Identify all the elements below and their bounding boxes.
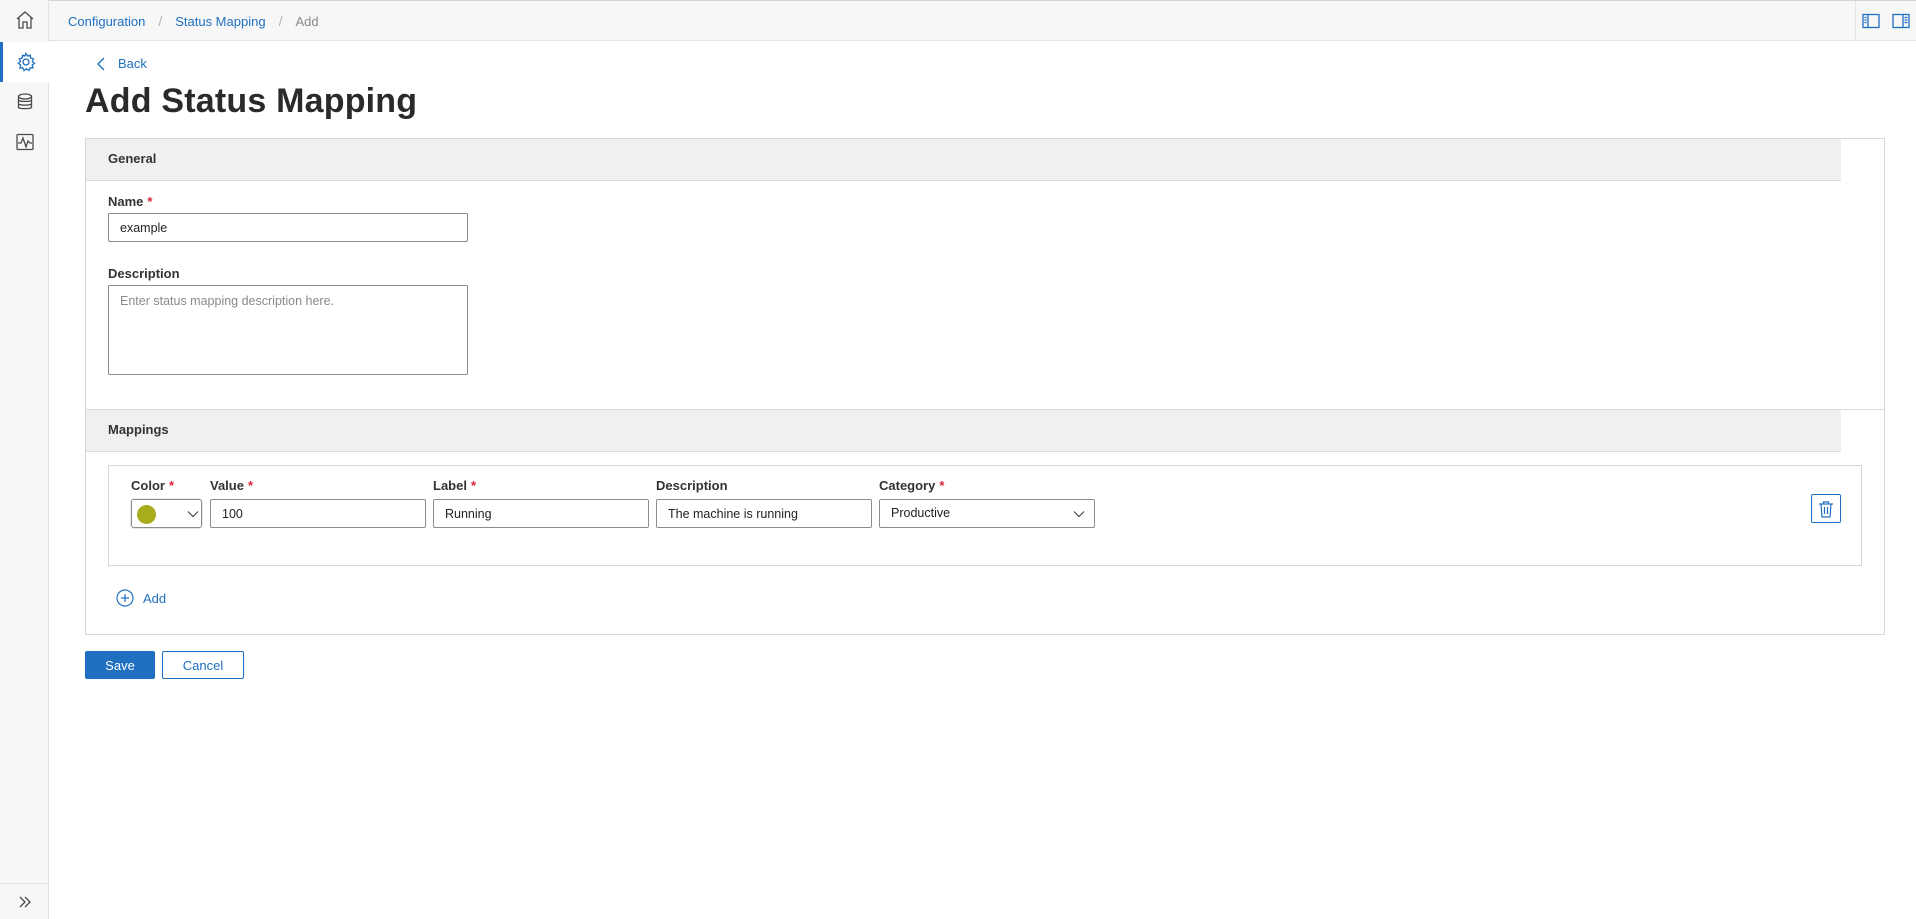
required-marker: * xyxy=(147,194,153,209)
breadcrumb-separator: / xyxy=(278,13,283,29)
description-label: Description xyxy=(108,266,180,281)
cancel-button[interactable]: Cancel xyxy=(162,651,244,679)
rail-item-data[interactable] xyxy=(0,82,49,122)
color-label: Color * xyxy=(131,478,174,493)
rail-expand-button[interactable] xyxy=(0,883,49,919)
mapping-description-label: Description xyxy=(656,478,728,493)
mappings-section-header: Mappings xyxy=(86,410,1841,452)
breadcrumb-current: Add xyxy=(295,13,319,29)
breadcrumb: Configuration / Status Mapping / Add xyxy=(68,13,319,29)
rail-item-configuration[interactable] xyxy=(0,42,49,82)
breadcrumb-separator: / xyxy=(158,13,163,29)
general-section-header: General xyxy=(86,139,1841,181)
category-selected-value: Productive xyxy=(891,506,951,520)
plus-circle-icon xyxy=(116,589,134,607)
back-label: Back xyxy=(118,56,147,71)
monitoring-icon xyxy=(15,133,34,151)
rail-item-home[interactable] xyxy=(0,0,49,40)
top-bar: Configuration / Status Mapping / Add xyxy=(49,0,1916,41)
label-input[interactable] xyxy=(433,499,649,528)
category-label-text: Category xyxy=(879,478,936,493)
name-label: Name * xyxy=(108,194,152,209)
home-icon xyxy=(16,11,33,29)
required-marker: * xyxy=(939,478,945,493)
side-navigation-rail xyxy=(0,0,49,919)
right-panel-icon xyxy=(1892,13,1910,29)
description-textarea[interactable] xyxy=(108,285,468,375)
chevron-down-icon xyxy=(187,511,199,518)
chevron-left-icon xyxy=(97,57,105,70)
chevron-down-icon xyxy=(1073,511,1085,518)
label-label: Label * xyxy=(433,478,476,493)
color-picker-select[interactable] xyxy=(131,499,202,528)
double-chevron-right-icon xyxy=(19,896,31,907)
gear-icon xyxy=(17,52,36,72)
name-label-text: Name xyxy=(108,194,144,209)
panel-toggles xyxy=(1855,1,1916,41)
toggle-right-panel-button[interactable] xyxy=(1886,1,1916,41)
mapping-row: Color * Value * Label * Description Categor… xyxy=(108,465,1862,566)
back-link[interactable]: Back xyxy=(96,56,147,71)
name-input[interactable] xyxy=(108,213,468,242)
required-marker: * xyxy=(247,478,254,493)
category-select[interactable]: Productive xyxy=(879,499,1095,528)
color-swatch xyxy=(137,505,156,524)
value-label-text: Value xyxy=(210,478,244,493)
mapping-description-input[interactable] xyxy=(656,499,872,528)
save-button[interactable]: Save xyxy=(85,651,155,679)
trash-icon xyxy=(1819,500,1833,518)
label-label-text: Label xyxy=(433,478,467,493)
value-input[interactable] xyxy=(210,499,426,528)
value-label: Value * xyxy=(210,478,253,493)
page-title: Add Status Mapping xyxy=(85,82,418,120)
color-label-text: Color xyxy=(131,478,165,493)
status-mapping-form: General Name* Description Mappings Color… xyxy=(85,138,1885,635)
left-panel-icon xyxy=(1862,13,1880,29)
delete-mapping-button[interactable] xyxy=(1811,494,1841,523)
category-label: Category * xyxy=(879,478,944,493)
rail-item-monitoring[interactable] xyxy=(0,122,49,162)
database-icon xyxy=(17,93,32,110)
breadcrumb-status-mapping[interactable]: Status Mapping xyxy=(175,14,265,29)
add-mapping-button[interactable]: Add xyxy=(116,589,166,607)
required-marker: * xyxy=(168,478,175,493)
toggle-left-panel-button[interactable] xyxy=(1856,1,1886,41)
breadcrumb-configuration[interactable]: Configuration xyxy=(68,14,145,29)
add-mapping-label: Add xyxy=(143,590,167,606)
required-marker: * xyxy=(470,478,477,493)
